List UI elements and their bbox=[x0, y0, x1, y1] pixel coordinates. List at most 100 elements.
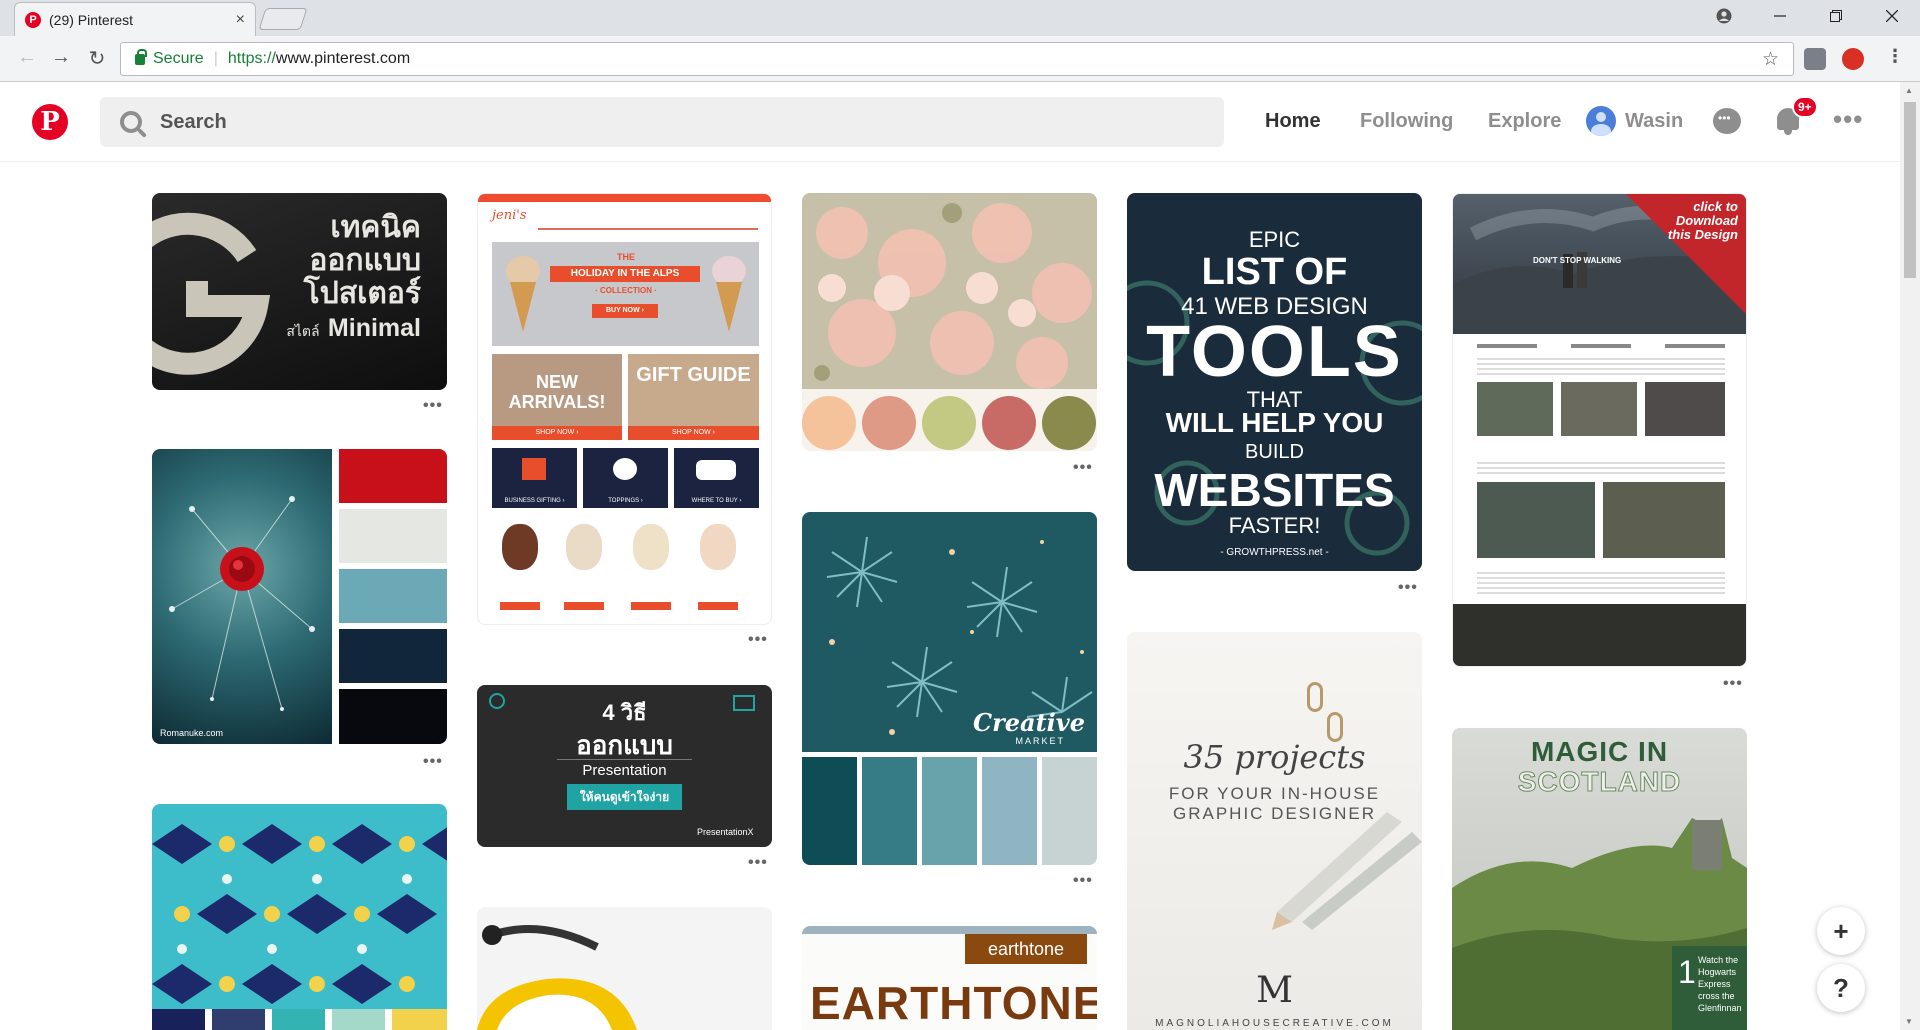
new-tab-button[interactable] bbox=[258, 8, 308, 30]
forward-arrow-icon[interactable]: → bbox=[48, 46, 74, 72]
section-heading bbox=[1665, 344, 1725, 348]
close-window-icon[interactable] bbox=[1864, 0, 1920, 32]
pin-jenis-website[interactable]: jeni's THE HOLIDAY IN THE ALPS · COLLECT… bbox=[477, 193, 772, 625]
back-arrow-icon[interactable]: ← bbox=[14, 46, 40, 72]
gift-guide-tile[interactable]: GIFT GUIDE SHOP NOW › bbox=[628, 354, 759, 440]
pin-outdoor-website[interactable]: DON'T STOP WALKING click to Download thi… bbox=[1452, 193, 1747, 667]
monogram: M bbox=[1256, 970, 1293, 1011]
color-swatch bbox=[862, 757, 917, 865]
brand-label: PresentationX bbox=[697, 827, 754, 837]
pin-title: EARTHTONE bbox=[810, 977, 1097, 1029]
color-swatch bbox=[339, 689, 447, 744]
pin-earthtone[interactable]: earthtone EARTHTONE bbox=[802, 926, 1097, 1030]
scrollbar-thumb[interactable] bbox=[1904, 102, 1916, 278]
site-nav bbox=[538, 228, 758, 230]
page-scrollbar[interactable]: ▲ ▼ bbox=[1900, 82, 1920, 1030]
user-name[interactable]: Wasin bbox=[1625, 110, 1683, 133]
address-bar[interactable]: Secure | https://www.pinterest.com ☆ bbox=[120, 42, 1794, 76]
color-swatch bbox=[339, 569, 447, 623]
scroll-up-icon[interactable]: ▲ bbox=[1905, 86, 1913, 95]
pinterest-logo-icon[interactable]: P bbox=[32, 104, 68, 140]
more-options-icon[interactable]: ••• bbox=[1833, 104, 1863, 135]
pin-more-button[interactable]: ••• bbox=[1073, 459, 1093, 477]
color-swatch bbox=[392, 1009, 447, 1030]
browser-tab[interactable]: P (29) Pinterest × bbox=[14, 2, 256, 36]
adblock-extension-icon[interactable] bbox=[1842, 48, 1864, 70]
product-pint bbox=[566, 524, 602, 570]
pin-presentation[interactable]: 4 วิธี ออกแบบ Presentation ให้คนดูเข้าใจ… bbox=[477, 685, 772, 847]
pinterest-header: P Home Following Explore Wasin 9+ ••• bbox=[0, 82, 1900, 162]
pin-35-projects[interactable]: 35 projects FOR YOUR IN-HOUSE GRAPHIC DE… bbox=[1127, 632, 1422, 1030]
messages-icon[interactable] bbox=[1713, 108, 1741, 134]
secure-label: Secure bbox=[153, 50, 204, 67]
pin-more-button[interactable]: ••• bbox=[1073, 872, 1093, 890]
scroll-down-icon[interactable]: ▼ bbox=[1905, 1017, 1913, 1026]
help-button[interactable]: ? bbox=[1817, 964, 1865, 1012]
restore-icon[interactable] bbox=[1808, 0, 1864, 32]
extension-icon[interactable] bbox=[1804, 48, 1826, 70]
pin-motorcycle[interactable] bbox=[477, 907, 772, 1030]
section-heading bbox=[1477, 344, 1537, 348]
pin-websites: WEBSITES bbox=[1154, 464, 1395, 516]
browser-menu-icon[interactable]: ⋮ bbox=[1882, 46, 1908, 72]
add-to-cart-button[interactable] bbox=[631, 602, 671, 610]
color-dot bbox=[922, 396, 976, 450]
pin-title: เทคนิค ออกแบบ โปสเตอร์ สไตล์ Minimal bbox=[286, 211, 421, 342]
hero-the: THE bbox=[617, 252, 635, 262]
image-icon bbox=[733, 695, 755, 711]
caption-box: 1 Watch the Hogwarts Express cross the G… bbox=[1672, 946, 1747, 1030]
pin-list: LIST OF bbox=[1201, 251, 1348, 293]
search-bar[interactable] bbox=[100, 97, 1224, 147]
category-business-gifting[interactable]: BUSINESS GIFTING › bbox=[492, 448, 577, 508]
brand-label: Creative bbox=[973, 708, 1085, 737]
pin-rose-palette[interactable]: Romanuke.com bbox=[152, 449, 447, 744]
pin-blossom-palette[interactable] bbox=[802, 193, 1097, 451]
close-tab-icon[interactable]: × bbox=[236, 11, 245, 29]
pin-magic-scotland[interactable]: MAGIC IN SCOTLAND 1 Watch the Hogwarts E… bbox=[1452, 728, 1747, 1030]
url-text[interactable]: https://www.pinterest.com bbox=[228, 50, 410, 68]
add-to-cart-button[interactable] bbox=[500, 602, 540, 610]
pin-tile-pattern[interactable] bbox=[152, 804, 447, 1030]
pin-pine-palette[interactable]: Creative MARKET bbox=[802, 512, 1097, 865]
hero-buy-button[interactable]: BUY NOW › bbox=[592, 304, 658, 318]
pin-epic: EPIC bbox=[1248, 227, 1301, 252]
pin-more-button[interactable]: ••• bbox=[1398, 579, 1418, 597]
pin-more-button[interactable]: ••• bbox=[1723, 675, 1743, 693]
tab-title: (29) Pinterest bbox=[49, 11, 134, 28]
thumbnail-photo bbox=[1477, 482, 1595, 558]
avatar[interactable] bbox=[1586, 106, 1616, 136]
window-controls bbox=[1696, 0, 1920, 32]
pin-minimal-poster[interactable]: เทคนิค ออกแบบ โปสเตอร์ สไตล์ Minimal bbox=[152, 193, 447, 390]
category-toppings[interactable]: TOPPINGS › bbox=[583, 448, 668, 508]
search-icon bbox=[120, 111, 142, 133]
product-pint bbox=[700, 524, 736, 570]
divider bbox=[557, 759, 692, 760]
category-where-to-buy[interactable]: WHERE TO BUY › bbox=[674, 448, 759, 508]
pin-more-button[interactable]: ••• bbox=[748, 854, 768, 872]
pin-more-button[interactable]: ••• bbox=[748, 631, 768, 649]
pin-subtitle: FOR YOUR IN-HOUSE bbox=[1168, 784, 1381, 803]
nav-following[interactable]: Following bbox=[1360, 110, 1453, 133]
thumbnail-photo bbox=[1561, 382, 1637, 436]
brand-sublabel: MARKET bbox=[1015, 736, 1065, 746]
browser-tabstrip: P (29) Pinterest × bbox=[0, 0, 1920, 36]
bookmark-star-icon[interactable]: ☆ bbox=[1762, 48, 1779, 71]
add-to-cart-button[interactable] bbox=[698, 602, 738, 610]
pin-more-button[interactable]: ••• bbox=[423, 753, 443, 771]
search-input[interactable] bbox=[160, 110, 1060, 134]
add-pin-button[interactable]: + bbox=[1817, 907, 1865, 955]
hero-collection: · COLLECTION · bbox=[595, 286, 657, 295]
minimize-icon[interactable] bbox=[1752, 0, 1808, 32]
reload-icon[interactable]: ↻ bbox=[84, 46, 110, 72]
nav-home[interactable]: Home bbox=[1265, 110, 1321, 133]
add-to-cart-button[interactable] bbox=[564, 602, 604, 610]
new-arrivals-tile[interactable]: NEW ARRIVALS! SHOP NOW › bbox=[492, 354, 622, 440]
pin-more-button[interactable]: ••• bbox=[423, 397, 443, 415]
pin-tools: TOOLS bbox=[1146, 312, 1403, 392]
profile-icon[interactable] bbox=[1696, 0, 1752, 32]
paperclip-icon bbox=[1307, 682, 1323, 712]
text-block bbox=[1477, 462, 1725, 476]
download-label: click to Download this Design bbox=[1667, 199, 1738, 242]
pin-web-design-tools[interactable]: EPIC LIST OF 41 WEB DESIGN TOOLS THAT WI… bbox=[1127, 193, 1422, 571]
nav-explore[interactable]: Explore bbox=[1488, 110, 1561, 133]
